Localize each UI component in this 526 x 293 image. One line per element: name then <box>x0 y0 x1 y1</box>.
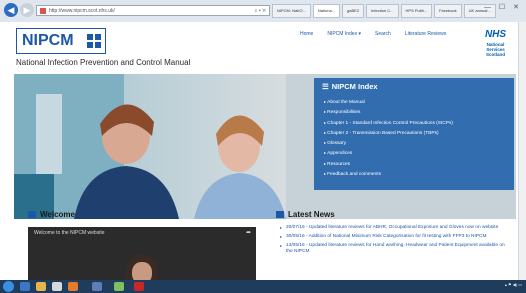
start-button-icon[interactable] <box>3 281 14 292</box>
pdf-icon[interactable] <box>134 282 144 291</box>
news-title: Latest News <box>288 210 335 219</box>
top-navigation: Home NIPCM Index ▾ Search Literature Rev… <box>300 31 460 37</box>
back-button[interactable]: ◀ <box>4 3 18 17</box>
browser-tab[interactable]: gaBE2 <box>342 4 365 18</box>
nipcm-index-panel: ☰NIPCM Index About the Manual Responsibi… <box>314 78 514 190</box>
index-item[interactable]: Feedback and comments <box>324 169 453 179</box>
page-scrollbar[interactable] <box>518 22 526 280</box>
browser-tab[interactable]: Facebook <box>434 4 462 18</box>
browser-tab[interactable]: HPS Publi... <box>400 4 433 18</box>
taskbar: ▴ ⚑ ◀) ▭ <box>0 280 526 293</box>
grid-icon <box>28 211 36 218</box>
news-item[interactable]: 30/05/16 - Addition of National Minimum … <box>280 234 512 240</box>
video-thumbnail-face <box>132 262 152 280</box>
index-title: ☰ NIPCM Index <box>322 82 378 91</box>
nav-home[interactable]: Home <box>300 31 313 37</box>
nav-literature-reviews[interactable]: Literature Reviews <box>405 31 446 37</box>
nav-nipcm-index[interactable]: NIPCM Index ▾ <box>327 31 361 37</box>
index-list: About the Manual Responsibilities Chapte… <box>324 97 453 179</box>
site-favicon-icon <box>40 8 46 14</box>
share-icon[interactable]: ➦ <box>246 229 251 236</box>
browser-tab[interactable]: Infection C... <box>366 4 399 18</box>
logo-text: NIPCM <box>22 32 74 49</box>
address-bar[interactable]: http://www.nipcm.scot.nhs.uk/ ⌕ ▾ ✕ <box>36 5 270 16</box>
address-text: http://www.nipcm.scot.nhs.uk/ <box>49 8 115 14</box>
welcome-video[interactable]: Welcome to the NIPCM website ➦ <box>28 227 256 280</box>
index-item[interactable]: Chapter 2 - Transmission Based Precautio… <box>324 128 453 138</box>
forward-button[interactable]: ▶ <box>20 3 34 17</box>
chrome-icon[interactable] <box>114 282 124 291</box>
news-item[interactable]: 13/05/16 - Updated literature reviews fo… <box>280 243 512 255</box>
news-item[interactable]: 20/07/16 - Updated literature reviews fo… <box>280 225 512 231</box>
site-tagline: National Infection Prevention and Contro… <box>16 58 191 67</box>
browser-toolbar: ◀ ▶ http://www.nipcm.scot.nhs.uk/ ⌕ ▾ ✕ … <box>0 0 526 23</box>
news-icon <box>276 211 284 218</box>
index-item[interactable]: Chapter 1 - Standard Infection Control P… <box>324 118 453 128</box>
index-item[interactable]: Resources <box>324 159 453 169</box>
news-list: 20/07/16 - Updated literature reviews fo… <box>280 225 512 258</box>
nhs-logo[interactable]: NHS National Services Scotland <box>479 24 512 57</box>
app-icon[interactable] <box>92 282 102 291</box>
video-title: Welcome to the NIPCM website <box>34 230 105 236</box>
nhs-line-3: Scotland <box>485 52 505 57</box>
welcome-heading: Welcome <box>28 210 75 219</box>
browser-tab[interactable]: NIPCM: NatIO... <box>272 4 311 18</box>
index-item[interactable]: About the Manual <box>324 97 453 107</box>
index-item[interactable]: Glossary <box>324 138 453 148</box>
address-tools-icon[interactable]: ⌕ ▾ ✕ <box>255 6 267 17</box>
index-title-text: NIPCM Index <box>331 82 378 91</box>
hero-banner: ☰NIPCM Index About the Manual Responsibi… <box>14 74 516 219</box>
browser-tab-active[interactable]: Nationa... <box>312 4 341 18</box>
nav-search[interactable]: Search <box>375 31 391 37</box>
menu-icon: ☰ <box>322 82 329 91</box>
folder-icon[interactable] <box>36 282 46 291</box>
web-page: NIPCM National Infection Prevention and … <box>0 22 526 280</box>
nipcm-logo[interactable]: NIPCM <box>16 28 106 54</box>
latest-news-heading: Latest News <box>276 210 335 219</box>
nhs-badge: NHS <box>484 29 507 40</box>
window-controls-icon[interactable]: — ☐ ✕ <box>484 3 522 11</box>
tab-strip: NIPCM: NatIO... Nationa... gaBE2 Infecti… <box>272 4 498 18</box>
system-tray-icon[interactable]: ▴ ⚑ ◀) ▭ <box>505 282 522 287</box>
index-item[interactable]: Appendices <box>324 148 453 158</box>
logo-grid-icon <box>87 34 101 48</box>
media-icon[interactable] <box>52 282 62 291</box>
app-icon[interactable] <box>68 282 78 291</box>
index-item[interactable]: Responsibilities <box>324 107 453 117</box>
ie-icon[interactable] <box>20 282 30 291</box>
welcome-title: Welcome <box>40 210 75 219</box>
